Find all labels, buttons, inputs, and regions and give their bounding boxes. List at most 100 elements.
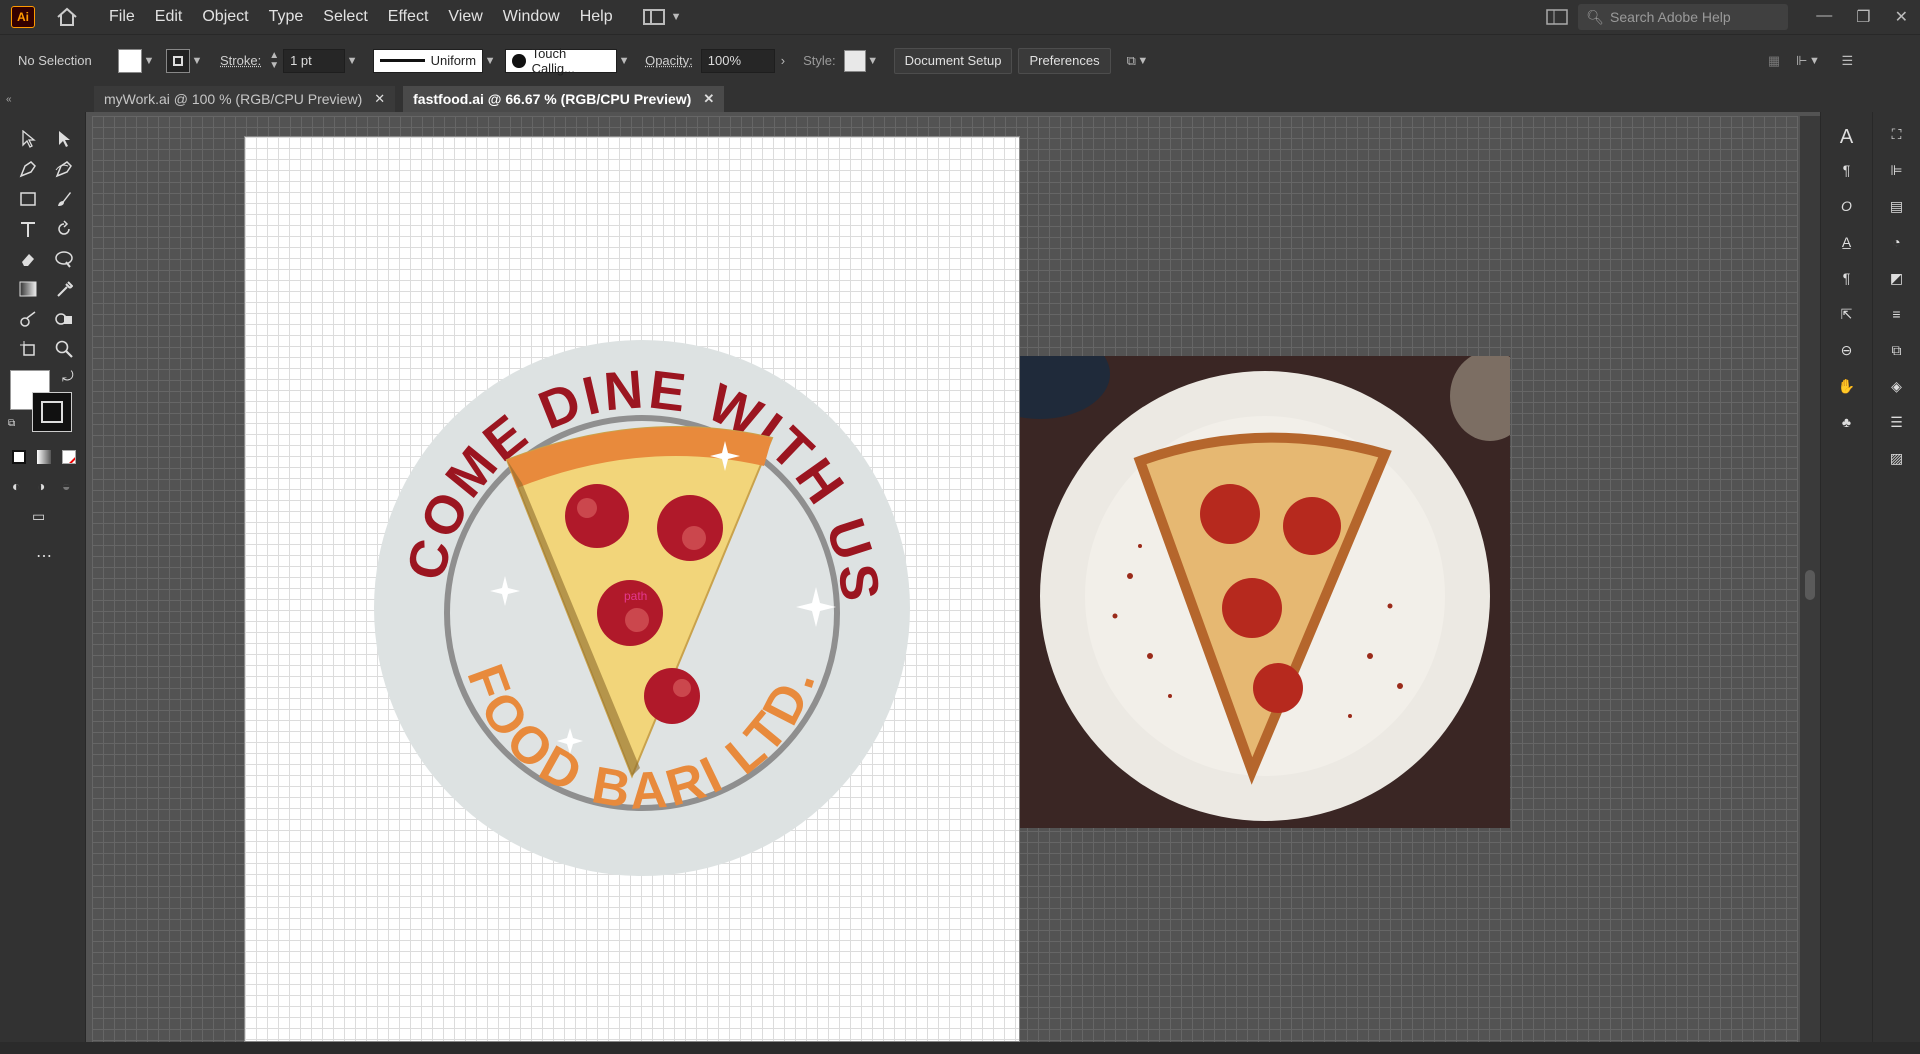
- menu-edit[interactable]: Edit: [145, 0, 193, 34]
- blend-tool-icon[interactable]: [10, 304, 46, 334]
- arrange-icon[interactable]: ⧉: [1127, 53, 1136, 69]
- opacity-expand-icon[interactable]: ›: [781, 53, 785, 68]
- color-panel-icon[interactable]: ◔: [1873, 234, 1920, 256]
- align-panel-icon[interactable]: ⊫: [1873, 162, 1920, 184]
- shape-builder-tool-icon[interactable]: [46, 304, 82, 334]
- more-tools-icon[interactable]: ⋯: [36, 546, 52, 566]
- default-colors-icon[interactable]: ⧉: [8, 418, 15, 429]
- document-setup-button[interactable]: Document Setup: [893, 47, 1013, 74]
- puppet-icon[interactable]: ✋: [1821, 378, 1872, 400]
- close-icon[interactable]: ✕: [1895, 7, 1908, 27]
- vertical-scrollbar[interactable]: [1800, 116, 1820, 1042]
- close-tab-icon[interactable]: ✕: [374, 91, 385, 107]
- puppet-warp-tool-icon[interactable]: [46, 244, 82, 274]
- pizza-reference-photo[interactable]: [1020, 356, 1510, 828]
- minimize-icon[interactable]: —: [1816, 7, 1832, 27]
- menu-select[interactable]: Select: [313, 0, 377, 34]
- eraser-tool-icon[interactable]: [10, 244, 46, 274]
- menu-window[interactable]: Window: [493, 0, 570, 34]
- stroke-weight-dropdown[interactable]: ▼: [345, 55, 359, 67]
- menu-bar: Ai File Edit Object Type Select Effect V…: [0, 0, 1920, 34]
- paragraph-styles-icon[interactable]: ¶: [1821, 270, 1872, 292]
- distribute-dropdown[interactable]: ▼: [1808, 55, 1822, 67]
- gradient-mode-button[interactable]: [37, 450, 51, 464]
- artboard-tool-icon[interactable]: [10, 334, 46, 364]
- preferences-button[interactable]: Preferences: [1018, 47, 1111, 74]
- stroke-dropdown[interactable]: ▼: [190, 55, 204, 67]
- menu-object[interactable]: Object: [192, 0, 258, 34]
- zoom-tool-icon[interactable]: [46, 334, 82, 364]
- brush-definition[interactable]: Touch Callig...: [505, 46, 618, 76]
- layers-icon[interactable]: ◈: [1873, 378, 1920, 400]
- brush-dropdown[interactable]: ▼: [617, 55, 631, 67]
- rotate-tool-icon[interactable]: [46, 214, 82, 244]
- opacity-label[interactable]: Opacity:: [645, 53, 693, 68]
- arrange-dropdown[interactable]: ▼: [1136, 55, 1150, 67]
- eyedropper-tool-icon[interactable]: [46, 274, 82, 304]
- stroke-stepper[interactable]: ▲ ▼: [269, 50, 279, 71]
- restore-icon[interactable]: ❐: [1856, 7, 1870, 27]
- type-tool-icon[interactable]: [10, 214, 46, 244]
- style-dropdown[interactable]: ▼: [866, 55, 880, 67]
- opacity-field[interactable]: 100%: [700, 48, 775, 73]
- stroke-weight-field[interactable]: 1 pt: [283, 48, 346, 73]
- symbols-icon[interactable]: ♣: [1821, 414, 1872, 436]
- scroll-thumb[interactable]: [1805, 570, 1815, 600]
- color-guide-icon[interactable]: ◩: [1873, 270, 1920, 292]
- variable-width-profile[interactable]: Uniform: [373, 48, 484, 73]
- pathfinder-icon[interactable]: ⧉: [1873, 342, 1920, 364]
- paragraph-panel-icon[interactable]: ¶: [1821, 162, 1872, 184]
- search-help[interactable]: 🔍︎ Search Adobe Help: [1578, 4, 1789, 30]
- stroke-color-box[interactable]: [32, 392, 72, 432]
- properties-icon[interactable]: ≡: [1873, 306, 1920, 328]
- draw-behind-icon[interactable]: ◑: [37, 478, 45, 494]
- tab-fastfood[interactable]: fastfood.ai @ 66.67 % (RGB/CPU Preview) ✕: [403, 86, 725, 112]
- pen-tool-icon[interactable]: [10, 154, 46, 184]
- color-mode-button[interactable]: [12, 450, 26, 464]
- fill-swatch[interactable]: [118, 48, 142, 73]
- menu-view[interactable]: View: [438, 0, 492, 34]
- curvature-tool-icon[interactable]: [46, 154, 82, 184]
- tab-mywork[interactable]: myWork.ai @ 100 % (RGB/CPU Preview) ✕: [94, 86, 396, 112]
- transform-panel-icon[interactable]: ⛶: [1873, 126, 1920, 148]
- horizontal-scrollbar[interactable]: [0, 1042, 1920, 1054]
- screen-mode-icon[interactable]: ▭: [32, 508, 45, 525]
- home-icon[interactable]: [53, 4, 81, 30]
- search-icon: 🔍︎: [1586, 8, 1605, 25]
- opentype-panel-icon[interactable]: O: [1821, 198, 1872, 220]
- stroke-swatch[interactable]: [166, 48, 190, 73]
- canvas[interactable]: COME DINE WITH US FOOD BARI LTD. path: [92, 116, 1798, 1042]
- character-styles-icon[interactable]: A̲: [1821, 234, 1872, 256]
- menu-file[interactable]: File: [99, 0, 145, 34]
- pizza-logo-artwork[interactable]: COME DINE WITH US FOOD BARI LTD. path: [372, 338, 912, 878]
- stroke-label[interactable]: Stroke:: [220, 53, 261, 68]
- export-icon[interactable]: ⇱: [1821, 306, 1872, 328]
- profile-dropdown[interactable]: ▼: [483, 55, 497, 67]
- paintbrush-tool-icon[interactable]: [46, 184, 82, 214]
- draw-normal-icon[interactable]: ◐: [12, 478, 20, 494]
- direct-selection-tool-icon[interactable]: [46, 124, 82, 154]
- menu-help[interactable]: Help: [570, 0, 623, 34]
- fill-dropdown[interactable]: ▼: [142, 55, 156, 67]
- draw-inside-icon[interactable]: ◒: [62, 478, 70, 494]
- character-panel-icon[interactable]: A: [1821, 126, 1872, 148]
- rectangle-tool-icon[interactable]: [10, 184, 46, 214]
- swap-fill-stroke-icon[interactable]: ⤾: [62, 368, 74, 385]
- menu-effect[interactable]: Effect: [378, 0, 439, 34]
- align-icon[interactable]: ▦: [1768, 53, 1780, 69]
- workspace-switcher[interactable]: ▼: [642, 9, 681, 25]
- swatches-panel-icon[interactable]: ▤: [1873, 198, 1920, 220]
- links-icon[interactable]: ⊖: [1821, 342, 1872, 364]
- selection-tool-icon[interactable]: [10, 124, 46, 154]
- stroke-panel-icon[interactable]: ☰: [1873, 414, 1920, 436]
- distribute-icon[interactable]: ⊩: [1796, 53, 1807, 69]
- close-tab-icon[interactable]: ✕: [703, 91, 714, 107]
- arrange-documents-icon[interactable]: [1546, 9, 1568, 25]
- gradient-panel-icon[interactable]: ▨: [1873, 450, 1920, 472]
- menu-type[interactable]: Type: [259, 0, 314, 34]
- collapse-toolbar-icon[interactable]: «: [0, 94, 86, 106]
- none-mode-button[interactable]: [62, 450, 76, 464]
- panel-menu-icon[interactable]: ☰: [1842, 53, 1854, 69]
- gradient-tool-icon[interactable]: [10, 274, 46, 304]
- graphic-style-swatch[interactable]: [843, 49, 866, 72]
